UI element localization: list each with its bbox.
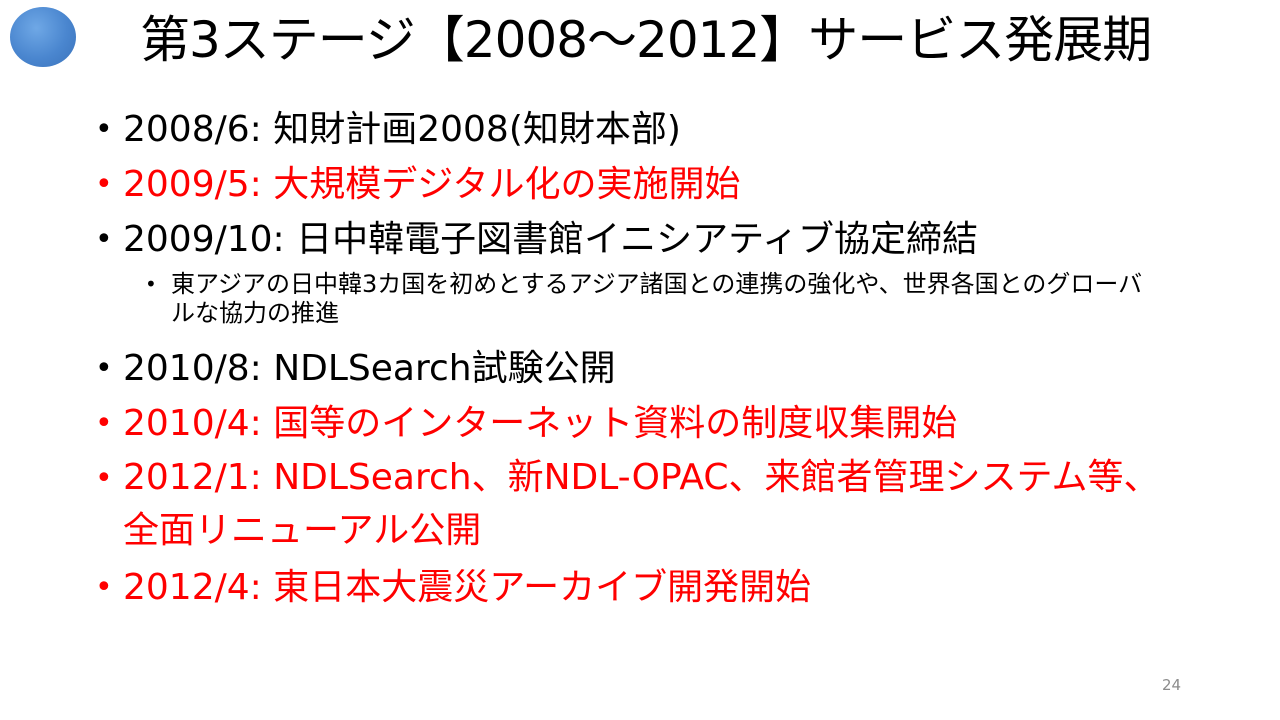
sub-bullet-icon: • (145, 272, 157, 296)
sub-bullet-item: • 東アジアの日中韓3カ国を初めとするアジア諸国との連携の強化や、世界各国とのグ… (95, 270, 1195, 328)
bullet-text: 2009/10: 日中韓電子図書館イニシアティブ協定締結 (123, 219, 978, 260)
slide: 第3ステージ【2008～2012】サービス発展期 • 2008/6: 知財計画2… (0, 0, 1280, 720)
bullet-item: • 2010/4: 国等のインターネット資料の制度収集開始 (95, 396, 1195, 451)
bullet-text: 2010/8: NDLSearch試験公開 (123, 348, 616, 389)
bullet-icon: • (95, 112, 113, 147)
bullet-text: 2009/5: 大規模デジタル化の実施開始 (123, 164, 741, 205)
bullet-text: 2012/4: 東日本大震災アーカイブ開発開始 (123, 567, 812, 608)
bullet-icon: • (95, 167, 113, 202)
bullet-item: • 2012/1: NDLSearch、新NDL-OPAC、来館者管理システム等… (95, 451, 1195, 557)
slide-title: 第3ステージ【2008～2012】サービス発展期 (140, 11, 1152, 69)
bullet-icon: • (95, 570, 113, 605)
bullet-text: 2010/4: 国等のインターネット資料の制度収集開始 (123, 403, 958, 444)
bullet-item: • 2009/10: 日中韓電子図書館イニシアティブ協定締結 (95, 212, 1195, 267)
bullet-list: • 2008/6: 知財計画2008(知財本部) • 2009/5: 大規模デジ… (95, 102, 1195, 615)
bullet-item: • 2012/4: 東日本大震災アーカイブ開発開始 (95, 560, 1195, 615)
bullet-icon: • (95, 406, 113, 441)
bullet-icon: • (95, 222, 113, 257)
bullet-text: 2012/1: NDLSearch、新NDL-OPAC、来館者管理システム等、全… (123, 457, 1160, 551)
logo-circle-icon (10, 7, 76, 67)
bullet-item: • 2009/5: 大規模デジタル化の実施開始 (95, 157, 1195, 212)
page-number: 24 (1162, 676, 1182, 694)
bullet-text: 2008/6: 知財計画2008(知財本部) (123, 109, 681, 150)
bullet-icon: • (95, 351, 113, 386)
bullet-item: • 2010/8: NDLSearch試験公開 (95, 341, 1195, 396)
bullet-item: • 2008/6: 知財計画2008(知財本部) (95, 102, 1195, 157)
bullet-icon: • (95, 461, 113, 496)
sub-bullet-text: 東アジアの日中韓3カ国を初めとするアジア諸国との連携の強化や、世界各国とのグロー… (171, 270, 1143, 327)
